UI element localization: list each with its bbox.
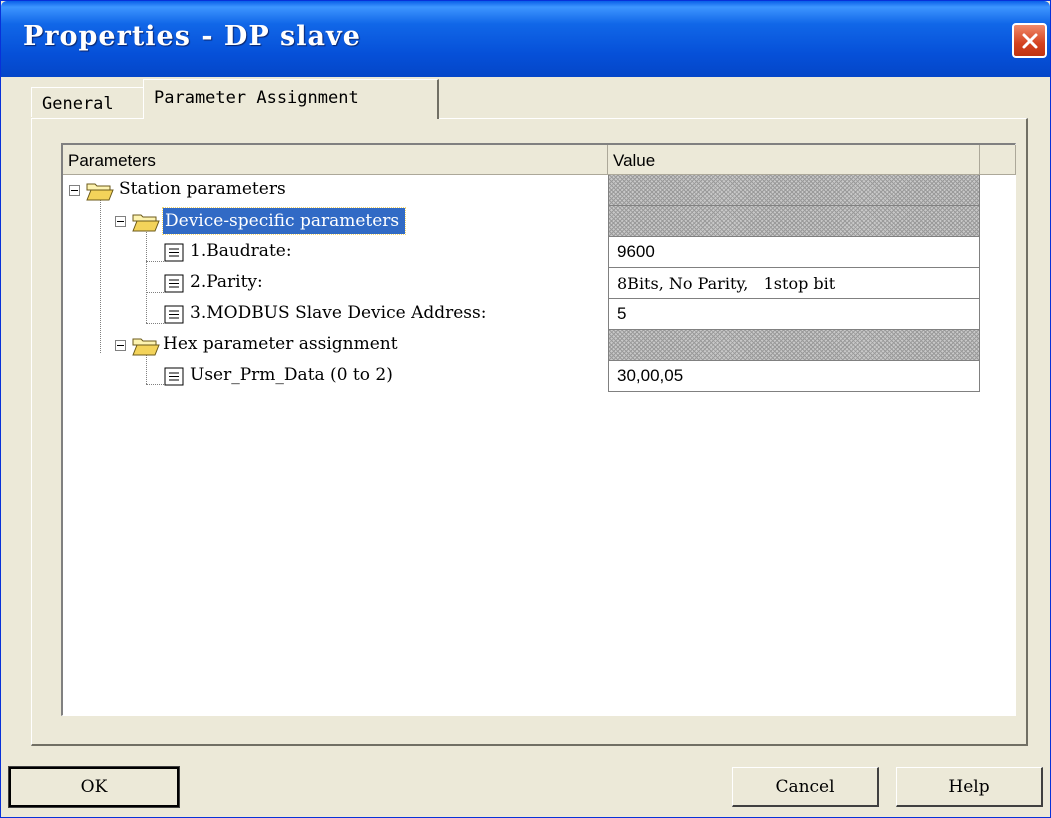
tree-row-label: Station parameters <box>119 179 286 199</box>
parameter-icon <box>164 243 184 262</box>
tree-row-label: User_Prm_Data (0 to 2) <box>190 365 393 385</box>
column-header-filler <box>980 145 1016 175</box>
tree-row-label: 2.Parity: <box>190 272 263 292</box>
value-cell[interactable]: 9600 <box>608 237 980 268</box>
tree-row-label: Hex parameter assignment <box>163 334 398 354</box>
value-cell[interactable]: 30,00,05 <box>608 361 980 392</box>
tree-row-hex-parameter-assignment[interactable]: Hex parameter assignment <box>63 330 980 361</box>
close-button[interactable] <box>1012 23 1047 58</box>
title-bar[interactable]: Properties - DP slave <box>1 1 1050 77</box>
tab-parameter-assignment[interactable]: Parameter Assignment <box>143 79 439 119</box>
column-header-value[interactable]: Value <box>608 145 980 175</box>
tab-parameter-assignment-label: Parameter Assignment <box>154 88 359 108</box>
cancel-button-label: Cancel <box>775 776 835 797</box>
value-cell <box>608 206 980 237</box>
tree-row-label: 3.MODBUS Slave Device Address: <box>190 303 487 323</box>
value-cell[interactable]: 5 <box>608 299 980 330</box>
help-button[interactable]: Help <box>896 767 1043 807</box>
tree-row-parity[interactable]: 2.Parity: 8Bits, No Parity, 1stop bit <box>63 268 980 299</box>
tree-row-name: 1.Baudrate: <box>63 237 608 268</box>
window-title: Properties - DP slave <box>23 21 361 52</box>
tab-general-label: General <box>42 94 114 114</box>
column-header-parameters-label: Parameters <box>68 151 156 170</box>
tree-row-label-selected: Device-specific parameters <box>161 207 407 235</box>
collapse-toggle[interactable] <box>115 340 126 351</box>
tab-general[interactable]: General <box>31 87 144 117</box>
column-header-value-label: Value <box>613 151 656 170</box>
help-button-label: Help <box>948 776 990 797</box>
tree-row-modbus-address[interactable]: 3.MODBUS Slave Device Address: 5 <box>63 299 980 330</box>
tree-row-name: Hex parameter assignment <box>63 330 608 361</box>
tree-row-name: 3.MODBUS Slave Device Address: <box>63 299 608 330</box>
tree-row-device-specific-parameters[interactable]: Device-specific parameters <box>63 206 980 237</box>
parameter-icon <box>164 274 184 293</box>
tree-row-user-prm-data[interactable]: User_Prm_Data (0 to 2) 30,00,05 <box>63 361 980 392</box>
tree-row-name: 2.Parity: <box>63 268 608 299</box>
grid-header: Parameters Value <box>63 145 1016 175</box>
tree-row-name: Device-specific parameters <box>63 206 608 237</box>
folder-open-icon <box>132 214 160 232</box>
ok-button[interactable]: OK <box>8 766 180 808</box>
tree-row-label: 1.Baudrate: <box>190 241 292 261</box>
cancel-button[interactable]: Cancel <box>732 767 879 807</box>
collapse-toggle[interactable] <box>115 216 126 227</box>
ok-button-label: OK <box>80 777 108 797</box>
folder-open-icon <box>86 183 114 201</box>
tree-row-station-parameters[interactable]: Station parameters <box>63 175 980 206</box>
tree-row-name: User_Prm_Data (0 to 2) <box>63 361 608 392</box>
close-icon <box>1022 33 1037 48</box>
folder-open-icon <box>132 338 160 356</box>
properties-dialog: Properties - DP slave General Parameter … <box>0 0 1051 818</box>
tree-row-baudrate[interactable]: 1.Baudrate: 9600 <box>63 237 980 268</box>
value-cell <box>608 330 980 361</box>
collapse-toggle[interactable] <box>69 185 80 196</box>
parameter-icon <box>164 305 184 324</box>
tree-row-name: Station parameters <box>63 175 608 206</box>
value-cell <box>608 175 980 206</box>
value-cell[interactable]: 8Bits, No Parity, 1stop bit <box>608 268 980 299</box>
parameters-grid[interactable]: Parameters Value Station parameters Devi… <box>61 143 1016 716</box>
column-header-parameters[interactable]: Parameters <box>63 145 608 175</box>
parameter-icon <box>164 367 184 386</box>
